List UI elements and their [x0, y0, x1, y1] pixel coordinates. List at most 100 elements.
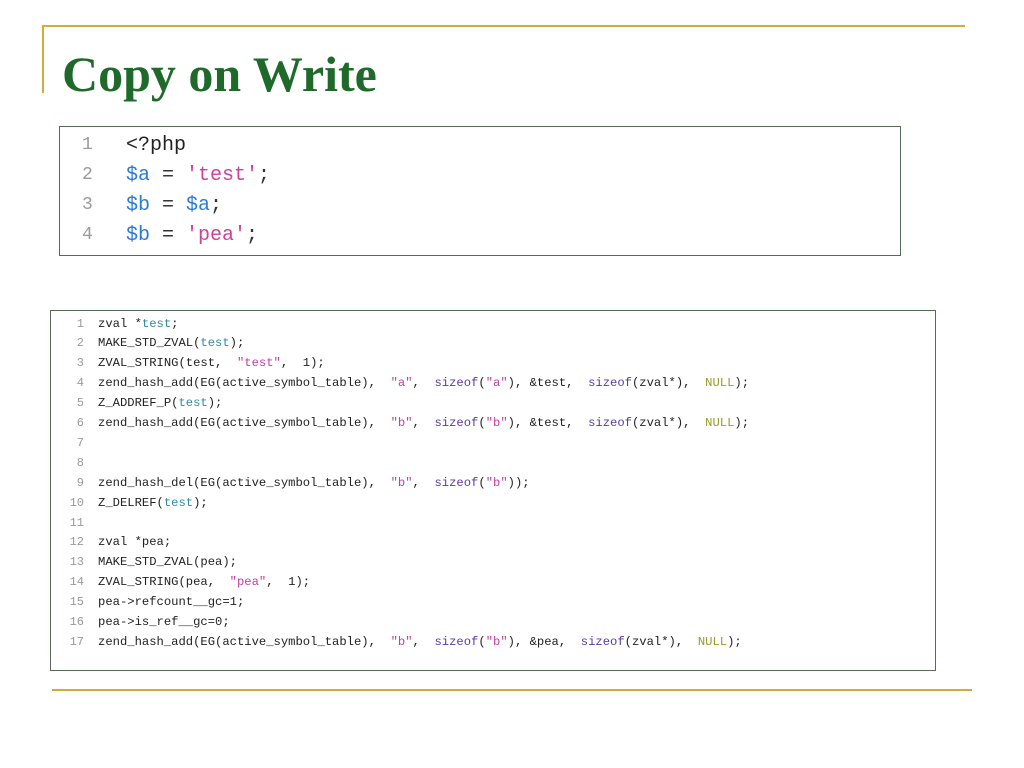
code-token: pea->refcount__gc=1; [98, 595, 245, 610]
code-token: , 1); [266, 575, 311, 590]
code-token: ); [734, 376, 750, 391]
c-code-block: 1 zval *test; 2 MAKE_STD_ZVAL(test); 3 ZVAL_S… [50, 310, 936, 671]
code-text: zend_hash_add(EG(active_symbol_table), "… [98, 635, 742, 649]
code-token: "b" [390, 475, 413, 490]
code-line: 13 MAKE_STD_ZVAL(pea); [51, 553, 237, 572]
line-number: 15 [69, 595, 84, 610]
line-number: 10 [69, 495, 84, 510]
code-token: sizeof [434, 416, 479, 430]
code-text: zend_hash_add(EG(active_symbol_table), "… [98, 416, 749, 430]
code-token: = [150, 223, 187, 247]
code-token: $a [126, 163, 151, 187]
code-token: zend_hash_add(EG(active_symbol_table), [98, 416, 391, 430]
code-token: "b" [485, 416, 508, 430]
code-token: NULL [697, 634, 728, 649]
code-token: sizeof [588, 416, 632, 430]
code-token: 'pea' [186, 223, 247, 247]
code-token: = [150, 193, 187, 217]
bottom-accent-line [52, 689, 972, 691]
code-token: , [412, 475, 435, 490]
code-token: ; [171, 316, 179, 331]
code-token: $a [186, 193, 211, 217]
code-line: 1 <?php [60, 130, 186, 160]
code-token: ), &pea, [507, 634, 581, 649]
code-line: 7 [51, 433, 98, 452]
code-text: zval *test; [98, 317, 178, 331]
code-line: 9 zend_hash_del(EG(active_symbol_table), … [51, 473, 530, 492]
php-code-block: 1 <?php 2 $a = 'test'; 3 $b = $a; 4 $b = 'pea'; [59, 126, 901, 256]
code-token: sizeof [434, 376, 479, 391]
code-token: ), &test, [507, 376, 589, 391]
code-token: ); [207, 396, 223, 411]
left-accent-line [42, 25, 44, 93]
code-line: 4 $b = 'pea'; [60, 220, 258, 250]
code-text: pea->refcount__gc=1; [98, 595, 244, 609]
line-number: 2 [76, 336, 84, 351]
code-token: test [141, 316, 172, 331]
line-number: 4 [82, 225, 93, 245]
code-token: zend_hash_add(EG(active_symbol_table), [98, 634, 391, 649]
line-number: 11 [69, 515, 84, 530]
code-token: ); [734, 416, 750, 430]
line-number: 12 [69, 535, 84, 550]
code-token: sizeof [434, 475, 479, 490]
code-token: "b" [485, 475, 508, 490]
code-text: zval *pea; [98, 535, 171, 549]
code-token: "a" [390, 376, 413, 391]
line-number: 3 [82, 195, 93, 215]
code-line: 3 ZVAL_STRING(test, "test", 1); [51, 354, 325, 373]
top-accent-line [42, 25, 965, 27]
code-token: ; [210, 193, 223, 217]
line-number: 3 [76, 356, 84, 371]
code-text: MAKE_STD_ZVAL(pea); [98, 555, 237, 569]
code-line: 11 [51, 513, 98, 532]
code-text: zend_hash_add(EG(active_symbol_table), "… [98, 376, 749, 390]
code-text: $b = 'pea'; [126, 224, 258, 247]
code-token: 'test' [186, 163, 259, 187]
code-token: ; [258, 163, 271, 187]
code-text: ZVAL_STRING(test, "test", 1); [98, 356, 325, 370]
code-line: 6 zend_hash_add(EG(active_symbol_table), … [51, 414, 749, 433]
code-token: , [412, 634, 435, 649]
code-token: ; [246, 223, 259, 247]
code-token: "b" [390, 416, 413, 430]
line-number: 1 [76, 316, 84, 331]
line-number: 2 [82, 165, 93, 185]
code-line: 8 [51, 453, 98, 472]
code-token: <?php [126, 133, 187, 157]
line-number: 4 [76, 376, 84, 391]
code-token: (zval*), [631, 416, 706, 430]
code-token: $b [126, 223, 151, 247]
code-token: ( [478, 475, 486, 490]
code-line: 12 zval *pea; [51, 533, 172, 552]
code-token: MAKE_STD_ZVAL( [98, 336, 201, 351]
line-number: 8 [76, 455, 84, 470]
code-text: pea->is_ref__gc=0; [98, 615, 230, 629]
code-token: test [200, 336, 230, 351]
code-token: ZVAL_STRING(test, [98, 356, 237, 371]
code-token: sizeof [434, 634, 479, 649]
code-token: "a" [485, 376, 508, 391]
code-token: sizeof [588, 376, 632, 391]
code-text: zend_hash_del(EG(active_symbol_table), "… [98, 476, 530, 490]
code-token: "pea" [229, 575, 267, 590]
line-number: 17 [69, 634, 84, 649]
code-line: 15 pea->refcount__gc=1; [51, 593, 245, 612]
code-token: MAKE_STD_ZVAL(pea); [98, 555, 237, 570]
code-line: 16 pea->is_ref__gc=0; [51, 613, 230, 632]
code-text: <?php [126, 134, 186, 157]
code-token: ( [478, 634, 486, 649]
code-token: , [412, 376, 435, 391]
line-number: 1 [82, 135, 93, 155]
line-number: 7 [76, 435, 84, 450]
code-line: 14 ZVAL_STRING(pea, "pea", 1); [51, 573, 311, 592]
code-token: NULL [705, 376, 735, 391]
code-line: 2 $a = 'test'; [60, 160, 270, 190]
code-text: $a = 'test'; [126, 164, 270, 187]
line-number: 5 [76, 396, 84, 411]
code-token: , [412, 416, 435, 430]
code-token: zval * [98, 316, 142, 331]
code-token: (zval*), [631, 376, 706, 391]
line-number: 14 [69, 575, 84, 590]
code-text: Z_DELREF(test); [98, 496, 208, 510]
